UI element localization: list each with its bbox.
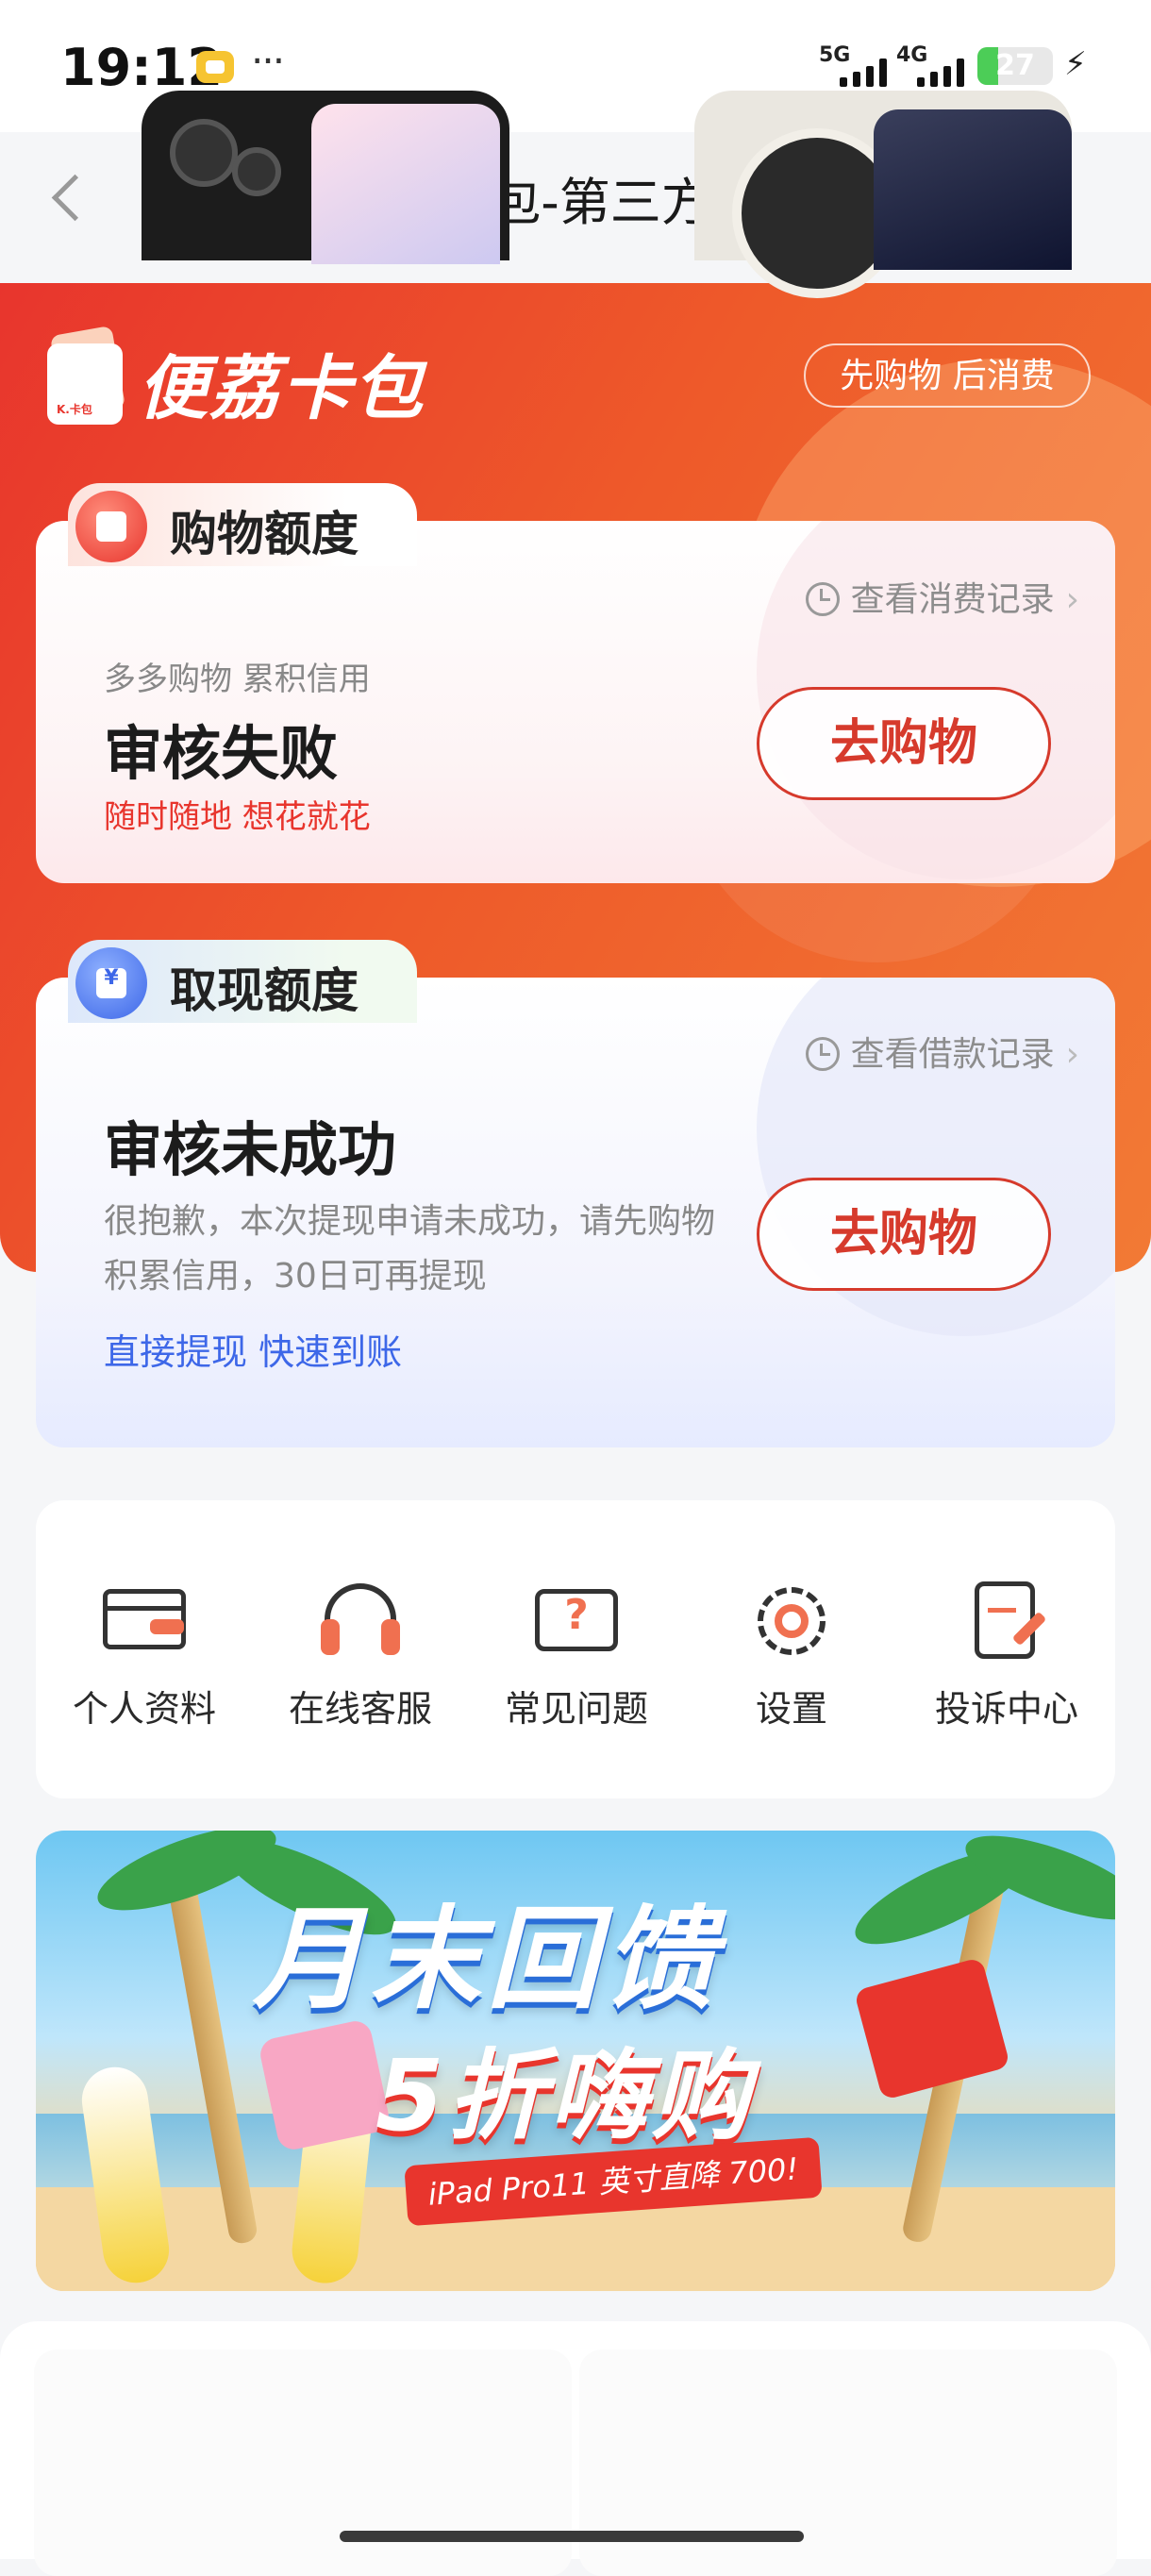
promo-subtitle: 5折嗨购 bbox=[375, 2038, 754, 2153]
service-settings[interactable]: 设置 bbox=[683, 1576, 900, 1731]
question-chat-icon: ? bbox=[531, 1576, 622, 1666]
shopping-tagline: 随时随地 想花就花 bbox=[104, 798, 371, 836]
shopping-hint: 多多购物 累积信用 bbox=[104, 661, 371, 698]
charging-icon: ⚡ bbox=[1064, 45, 1087, 83]
cash-failure-description: 很抱歉，本次提现申请未成功，请先购物积累信用，30日可再提现 bbox=[104, 1202, 716, 1296]
battery-icon: 27 bbox=[977, 47, 1053, 85]
id-card-icon bbox=[99, 1576, 190, 1666]
view-spending-record-link[interactable]: 查看消费记录 › bbox=[805, 572, 1079, 621]
battery-percent: 27 bbox=[995, 49, 1035, 82]
service-faq[interactable]: ? 常见问题 bbox=[468, 1576, 685, 1731]
service-label: 个人资料 bbox=[72, 1688, 216, 1730]
service-online-support[interactable]: 在线客服 bbox=[252, 1576, 469, 1731]
cash-tagline: 直接提现 快速到账 bbox=[104, 1331, 403, 1373]
message-notification-icon bbox=[196, 51, 234, 83]
cash-credit-title: 取现额度 bbox=[170, 963, 359, 1018]
service-complaints[interactable]: 投诉中心 bbox=[898, 1576, 1115, 1731]
phone-image bbox=[142, 91, 509, 264]
product-list bbox=[0, 2321, 1151, 2576]
chevron-right-icon: › bbox=[1065, 580, 1079, 619]
promo-title: 月末回馈 bbox=[253, 1894, 722, 2024]
headset-icon bbox=[315, 1576, 406, 1666]
clock-icon bbox=[805, 1037, 840, 1071]
more-notifications-icon: ··· bbox=[251, 38, 285, 84]
gear-icon bbox=[746, 1576, 837, 1666]
wallet-logo-icon bbox=[47, 325, 126, 425]
service-label: 常见问题 bbox=[504, 1688, 648, 1730]
shopping-bag-icon bbox=[75, 491, 147, 562]
red-envelope-icon bbox=[853, 1956, 1011, 2101]
go-shopping-button[interactable]: 去购物 bbox=[757, 687, 1051, 800]
complaint-doc-icon bbox=[961, 1576, 1052, 1666]
cash-yuan-icon: ¥ bbox=[75, 947, 147, 1019]
phone-image bbox=[694, 91, 1072, 298]
view-loan-record-link[interactable]: 查看借款记录 › bbox=[805, 1027, 1079, 1076]
home-indicator[interactable] bbox=[340, 2531, 804, 2542]
service-personal-info[interactable]: 个人资料 bbox=[36, 1576, 253, 1731]
service-label: 在线客服 bbox=[288, 1688, 432, 1730]
clock-icon bbox=[805, 582, 840, 616]
shopping-credit-badge: 购物额度 bbox=[68, 483, 417, 566]
brand-name: 便荔卡包 bbox=[138, 348, 425, 429]
promo-banner[interactable]: 月末回馈 5折嗨购 iPad Pro11 英寸直降 700! bbox=[36, 1831, 1115, 2291]
cash-review-status: 审核未成功 bbox=[104, 1115, 397, 1184]
services-panel: 个人资料 在线客服 ? 常见问题 设置 投诉中心 bbox=[36, 1500, 1115, 1798]
service-label: 投诉中心 bbox=[934, 1688, 1078, 1730]
gift-box-icon bbox=[257, 2017, 392, 2153]
shopping-review-status: 审核失败 bbox=[104, 719, 339, 788]
cash-credit-badge: ¥ 取现额度 bbox=[68, 940, 417, 1023]
product-card[interactable] bbox=[34, 2350, 572, 2576]
product-card[interactable] bbox=[579, 2350, 1117, 2576]
go-shopping-button-2[interactable]: 去购物 bbox=[757, 1178, 1051, 1291]
brand-slogan-badge: 先购物 后消费 bbox=[804, 343, 1091, 408]
shopping-credit-title: 购物额度 bbox=[170, 507, 359, 561]
service-label: 设置 bbox=[755, 1688, 827, 1730]
chevron-right-icon: › bbox=[1065, 1035, 1079, 1074]
